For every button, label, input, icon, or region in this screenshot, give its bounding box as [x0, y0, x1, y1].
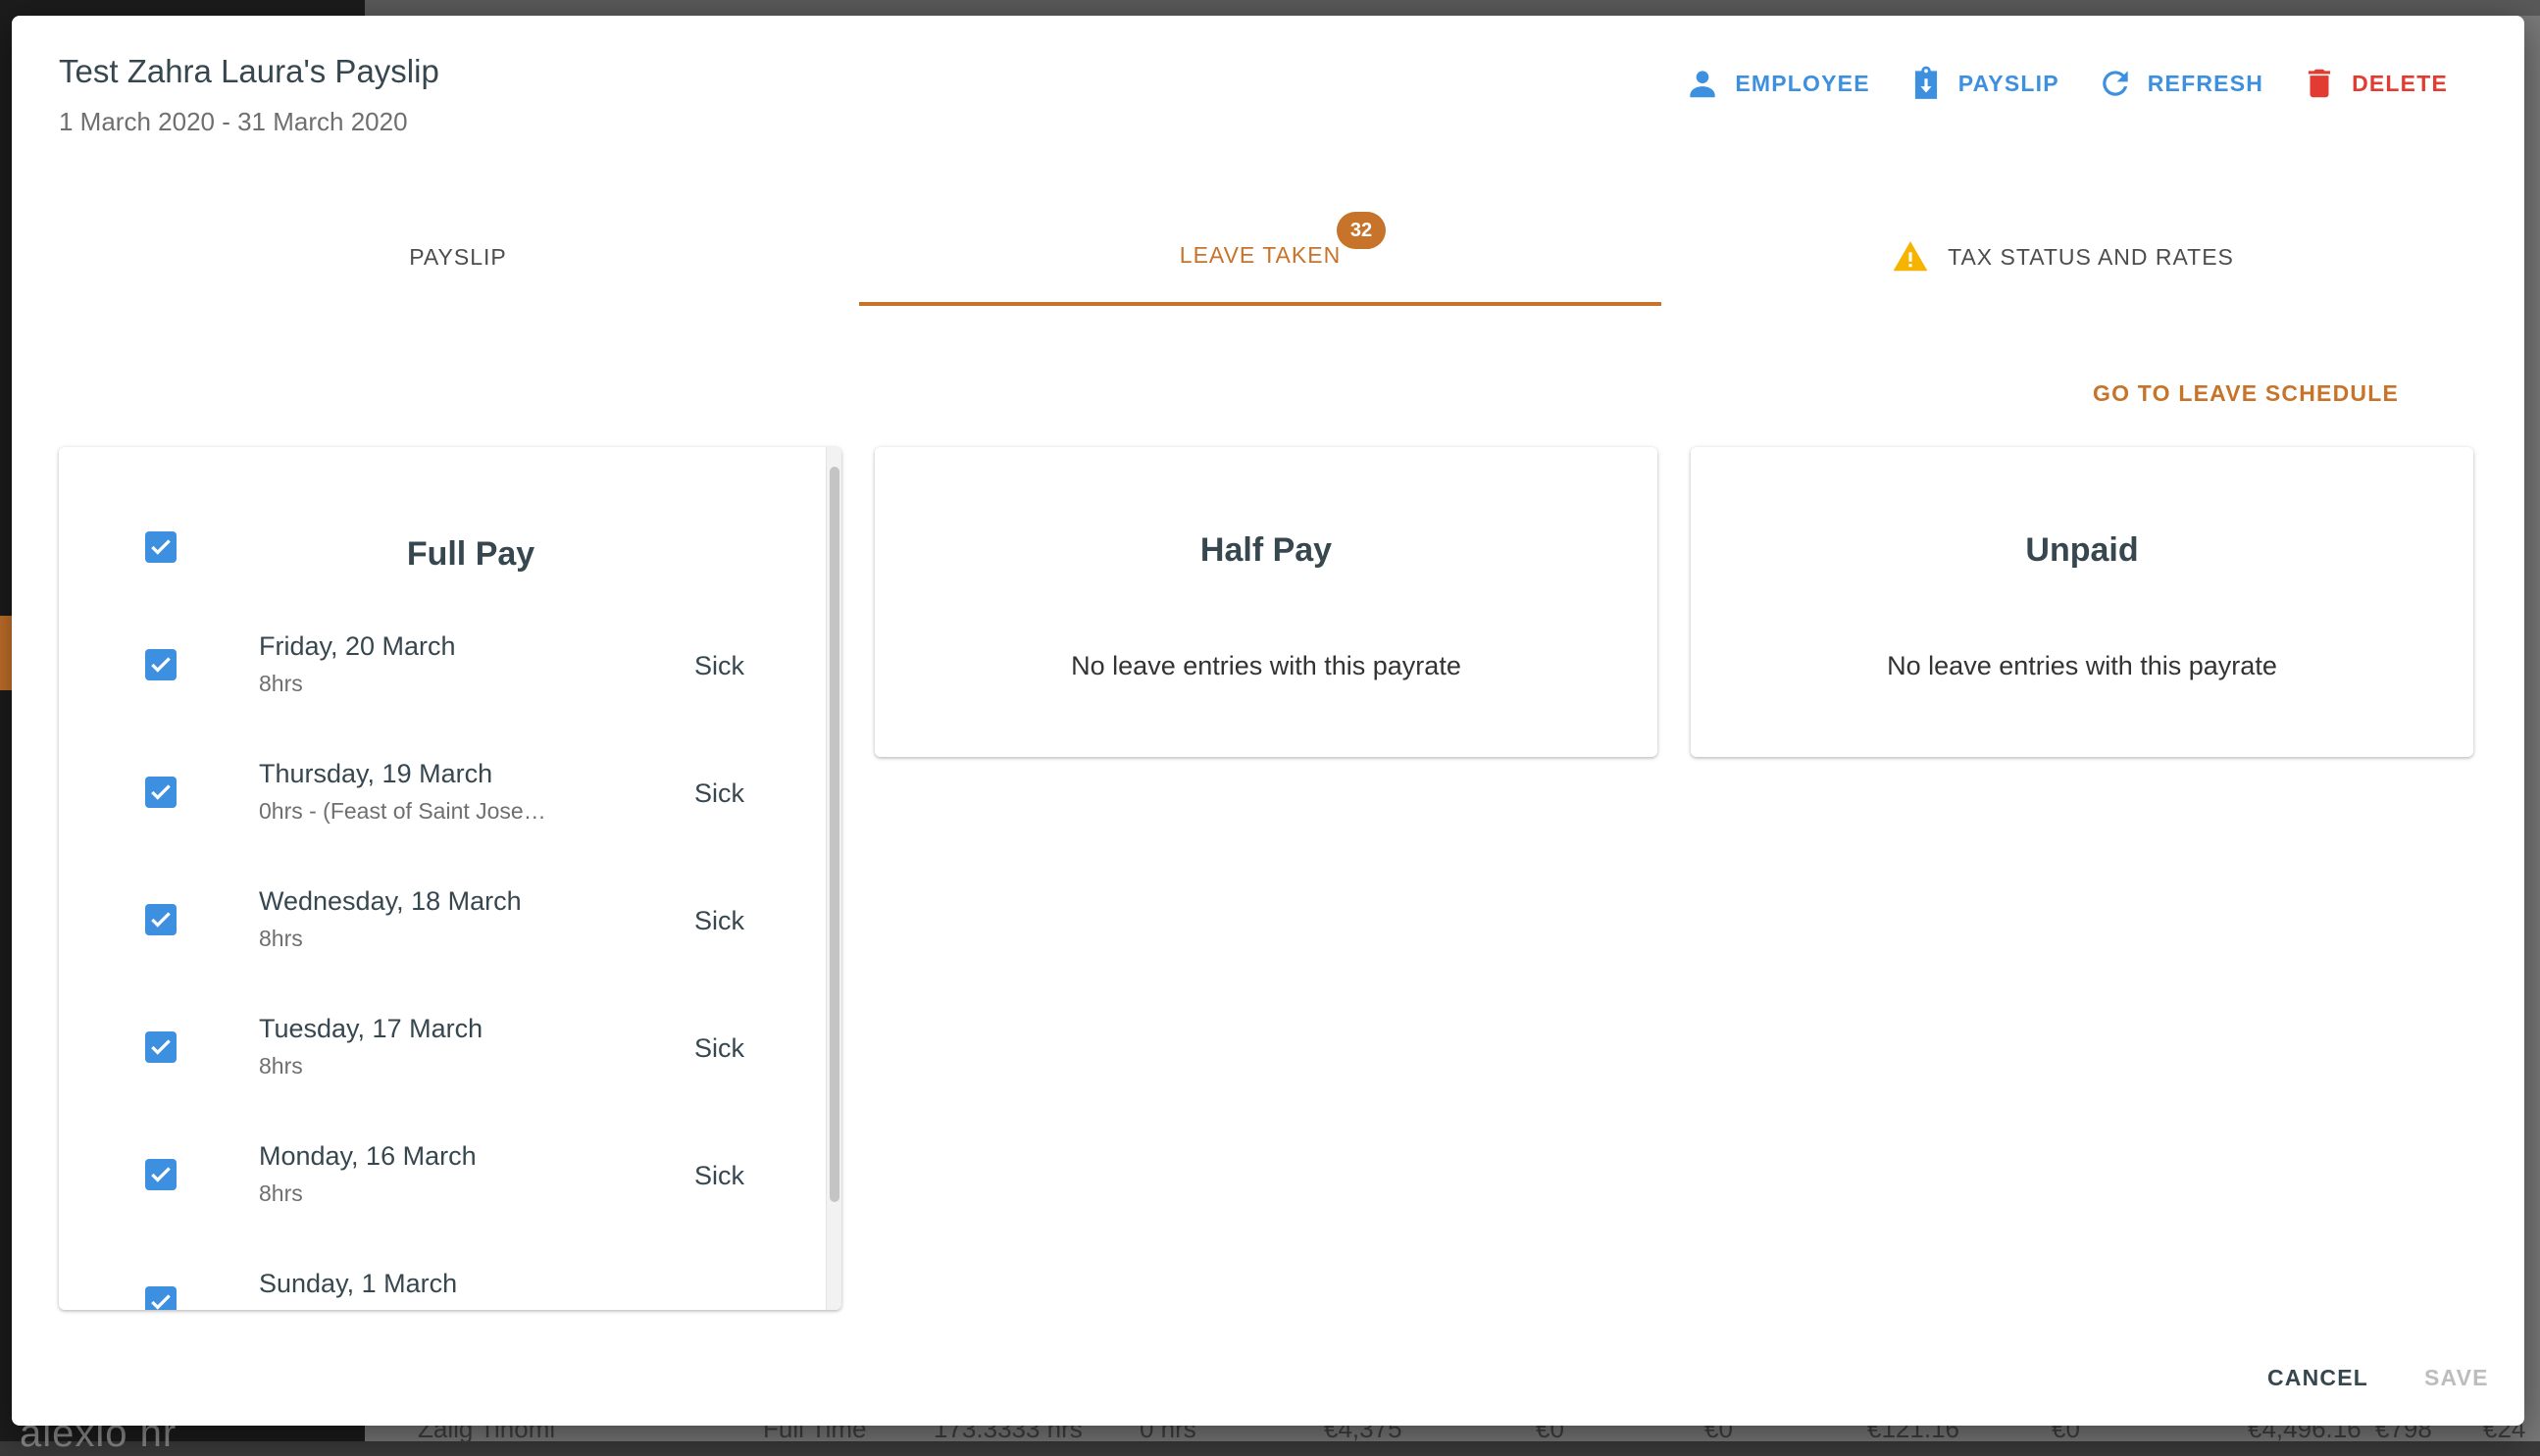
check-icon	[151, 1294, 171, 1310]
leave-entry-hours: 8hrs	[259, 671, 303, 696]
tab-tax-status-label: TAX STATUS AND RATES	[1948, 243, 2234, 270]
trash-icon	[2308, 69, 2331, 98]
scrollbar[interactable]	[826, 447, 841, 1310]
leave-entry-checkbox[interactable]	[145, 1159, 177, 1190]
leave-entry-type: Sick	[694, 1033, 745, 1063]
leave-entry-date: Tuesday, 17 March	[259, 1014, 483, 1043]
warning-icon	[1893, 241, 1928, 272]
half-pay-card: Half Pay No leave entries with this payr…	[875, 447, 1657, 757]
dialog-period: 1 March 2020 - 31 March 2020	[59, 107, 408, 136]
leave-entry: Sunday, 1 March	[59, 1253, 804, 1310]
tab-tax-status[interactable]: TAX STATUS AND RATES	[1661, 208, 2464, 306]
person-icon	[1690, 71, 1716, 98]
unpaid-title: Unpaid	[2025, 531, 2139, 569]
tab-leave-taken[interactable]: LEAVE TAKEN 32	[859, 208, 1661, 306]
cancel-button[interactable]: CANCEL	[2267, 1365, 2368, 1391]
leave-entry-type: Sick	[694, 1161, 745, 1190]
select-all-checkbox[interactable]	[145, 531, 177, 563]
check-icon	[151, 784, 171, 800]
leave-entry: Monday, 16 March 8hrs Sick	[59, 1126, 804, 1253]
background-topbar	[365, 0, 2540, 16]
payslip-button-label: PAYSLIP	[1957, 70, 2059, 96]
leave-entry-type: Sick	[694, 906, 745, 935]
leave-entry: Tuesday, 17 March 8hrs Sick	[59, 998, 804, 1126]
delete-button-label: DELETE	[2352, 70, 2448, 96]
leave-entry-date: Thursday, 19 March	[259, 759, 493, 788]
refresh-button[interactable]: REFRESH	[2097, 65, 2263, 102]
half-pay-title: Half Pay	[1199, 531, 1333, 569]
dialog-actions: EMPLOYEE PAYSLIP REFRESH DELETE	[1684, 59, 2448, 108]
leave-entry-checkbox[interactable]	[145, 1031, 177, 1063]
leave-entry-date: Friday, 20 March	[259, 631, 456, 661]
leave-entry-checkbox[interactable]	[145, 1286, 177, 1310]
leave-entry-type: Sick	[694, 651, 745, 680]
delete-button[interactable]: DELETE	[2301, 65, 2448, 102]
leave-entry-date: Wednesday, 18 March	[259, 886, 522, 916]
half-pay-empty-text: No leave entries with this payrate	[1071, 651, 1461, 680]
full-pay-title: Full Pay	[406, 535, 535, 573]
leave-entry: Wednesday, 18 March 8hrs Sick	[59, 871, 804, 998]
tab-bar: PAYSLIP LEAVE TAKEN 32 TAX STATUS AND RA…	[57, 208, 2489, 306]
payslip-dialog: Test Zahra Laura's Payslip 1 March 2020 …	[12, 16, 2524, 1426]
check-icon	[151, 657, 171, 673]
scrollbar-thumb[interactable]	[830, 467, 839, 1202]
go-to-leave-schedule-link[interactable]: GO TO LEAVE SCHEDULE	[2093, 380, 2399, 407]
check-icon	[151, 1167, 171, 1182]
tab-payslip[interactable]: PAYSLIP	[57, 208, 859, 306]
leave-entry-checkbox[interactable]	[145, 904, 177, 935]
leave-count-badge: 32	[1337, 212, 1386, 249]
save-button[interactable]: SAVE	[2424, 1365, 2489, 1391]
check-icon	[151, 912, 171, 928]
leave-entry-hours: 0hrs - (Feast of Saint Joseph)	[259, 798, 553, 824]
tab-leave-taken-label: LEAVE TAKEN	[1179, 241, 1342, 268]
leave-entry-type: Sick	[694, 778, 745, 808]
leave-entry-date: Monday, 16 March	[259, 1141, 477, 1171]
payslip-download-button[interactable]: PAYSLIP	[1907, 65, 2059, 102]
clipboard-download-icon	[1914, 66, 1937, 99]
dialog-title: Test Zahra Laura's Payslip	[59, 53, 439, 89]
refresh-button-label: REFRESH	[2147, 70, 2264, 96]
leave-entry-checkbox[interactable]	[145, 649, 177, 680]
leave-entry-hours: 8hrs	[259, 1053, 303, 1079]
check-icon	[151, 1039, 171, 1055]
leave-entry-date: Sunday, 1 March	[259, 1269, 458, 1298]
leave-entry-hours: 8hrs	[259, 926, 303, 951]
employee-button-label: EMPLOYEE	[1735, 70, 1870, 96]
leave-entry-hours: 8hrs	[259, 1180, 303, 1206]
check-icon	[151, 539, 171, 555]
refresh-icon	[2102, 71, 2128, 96]
leave-entry: Thursday, 19 March 0hrs - (Feast of Sain…	[59, 743, 804, 871]
full-pay-card: Full Pay Friday, 20 March 8hrs Sick Thur…	[59, 447, 841, 1310]
leave-entry-checkbox[interactable]	[145, 777, 177, 808]
unpaid-empty-text: No leave entries with this payrate	[1887, 651, 2277, 680]
leave-entry: Friday, 20 March 8hrs Sick	[59, 616, 804, 743]
employee-button[interactable]: EMPLOYEE	[1684, 65, 1869, 102]
unpaid-card: Unpaid No leave entries with this payrat…	[1691, 447, 2473, 757]
tab-payslip-label: PAYSLIP	[409, 243, 507, 270]
